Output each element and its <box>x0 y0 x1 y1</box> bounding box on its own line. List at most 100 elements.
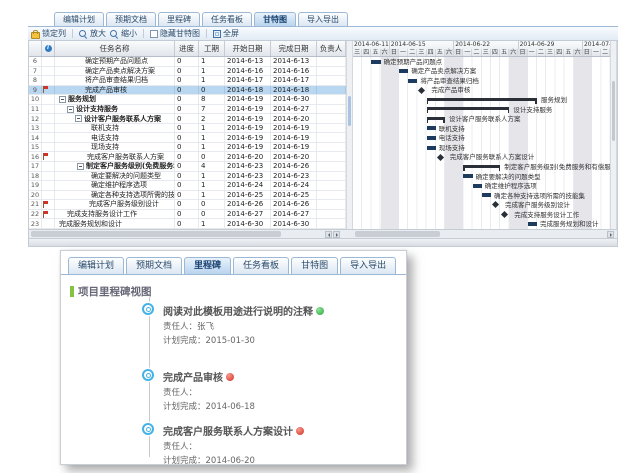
table-row[interactable]: 22完成支持服务设计工作002014-6-272014-6-27 <box>29 210 346 220</box>
finish-date-cell: 2014-6-19 <box>271 124 317 133</box>
start-date-cell: 2014-6-19 <box>225 95 271 104</box>
gantt-milestone-diamond[interactable] <box>418 87 425 94</box>
tab-5[interactable]: 甘特图 <box>254 12 296 26</box>
table-row[interactable]: 17制定客户服务级别(免费服务和有偿服务)042014-6-232014-6-2… <box>29 162 346 172</box>
gantt-milestone-diamond[interactable] <box>492 201 499 208</box>
gantt-bar[interactable] <box>473 184 482 188</box>
table-row[interactable]: 11设计支持服务072014-6-192014-6-27 <box>29 105 346 115</box>
tab-4[interactable]: 任务看板 <box>202 12 252 26</box>
owner-cell <box>317 200 346 209</box>
gantt-summary-bar[interactable] <box>463 165 500 168</box>
gantt-bar[interactable] <box>408 79 417 83</box>
zoom-out-button[interactable]: 缩小 <box>110 28 137 39</box>
finish-date-cell: 2014-6-27 <box>271 105 317 114</box>
gantt-bar-label: 将产品审查结果归档 <box>420 77 479 85</box>
fullscreen-button[interactable]: 全屏 <box>213 28 239 39</box>
table-row[interactable]: 16完成客户服务联系人方案002014-6-202014-6-20 <box>29 152 346 162</box>
task-name-text: 电话支持 <box>91 134 119 142</box>
gantt-bar[interactable] <box>427 136 436 140</box>
task-name-text: 完成客户服务联系人方案 <box>87 153 164 161</box>
table-row[interactable]: 8将产品审查结果归档012014-6-172014-6-17 <box>29 76 346 86</box>
column-header-1[interactable]: 任务名称 <box>55 41 175 56</box>
task-name-cell: 完成服务规划和设计 <box>55 219 175 228</box>
gantt-bar-label: 确定产品卖点解决方案 <box>411 67 476 75</box>
table-row[interactable]: 10服务规划082014-6-192014-6-30 <box>29 95 346 105</box>
row-number-cell: 17 <box>29 162 42 171</box>
gantt-summary-bar[interactable] <box>427 98 537 101</box>
gantt-bar[interactable] <box>427 126 436 130</box>
gantt-bar[interactable] <box>427 146 436 150</box>
gantt-vscroll-thumb[interactable] <box>612 81 615 141</box>
column-header-3[interactable]: 工期 <box>199 41 225 56</box>
table-row[interactable]: 20确定各种支持选项所需的技能集012014-6-252014-6-25 <box>29 191 346 201</box>
toolbar-separator <box>143 29 144 38</box>
tab-3[interactable]: 里程碑 <box>184 257 231 274</box>
tab-2[interactable]: 预期文档 <box>126 257 182 274</box>
table-row[interactable]: 21完成客户服务级别设计002014-6-262014-6-26 <box>29 200 346 210</box>
column-header-4[interactable]: 开始日期 <box>225 41 271 56</box>
gantt-milestone-diamond[interactable] <box>437 154 444 161</box>
owner-cell <box>317 105 346 114</box>
table-vscroll-thumb[interactable] <box>348 96 351 126</box>
start-date-cell: 2014-6-19 <box>225 143 271 152</box>
gantt-vertical-scrollbar[interactable] <box>610 41 617 229</box>
tab-5[interactable]: 甘特图 <box>291 257 338 274</box>
column-header-5[interactable]: 完成日期 <box>271 41 317 56</box>
gantt-milestone-diamond[interactable] <box>501 211 508 218</box>
table-row[interactable]: 15现场支持012014-6-192014-6-19 <box>29 143 346 153</box>
progress-cell: 0 <box>175 219 199 228</box>
tab-4[interactable]: 任务看板 <box>233 257 289 274</box>
gantt-bar-label: 制定客户服务级别(免费服务和有偿服务) <box>504 163 610 171</box>
gantt-bar[interactable] <box>528 222 537 226</box>
owner-cell <box>317 219 346 228</box>
start-date-cell: 2014-6-24 <box>225 181 271 190</box>
tab-1[interactable]: 编辑计划 <box>68 257 124 274</box>
gantt-summary-bar[interactable] <box>427 117 445 120</box>
collapse-icon[interactable] <box>59 96 66 103</box>
gantt-day-label: 四 <box>362 49 371 56</box>
table-row[interactable]: 23完成服务规划和设计012014-6-302014-6-30 <box>29 219 346 229</box>
gantt-bar-label: 完成产品审核 <box>431 86 470 94</box>
red-flag-icon <box>43 86 49 93</box>
tab-1[interactable]: 编辑计划 <box>54 12 104 26</box>
scroll-right-arrow[interactable] <box>333 231 340 238</box>
table-hscroll-thumb[interactable] <box>31 231 281 237</box>
gantt-day-label: 六 <box>381 49 390 56</box>
table-row[interactable]: 12设计客户服务联系人方案022014-6-192014-6-20 <box>29 114 346 124</box>
collapse-icon[interactable] <box>67 106 74 113</box>
tab-3[interactable]: 里程碑 <box>158 12 200 26</box>
collapse-icon[interactable] <box>77 163 84 170</box>
gantt-hscroll-thumb[interactable] <box>355 231 440 237</box>
lock-columns-button[interactable]: 锁定列 <box>31 28 66 39</box>
horizontal-scrollbar[interactable] <box>28 230 618 239</box>
gantt-summary-bar[interactable] <box>427 107 510 110</box>
column-header-6[interactable]: 负责人 <box>317 41 346 56</box>
tab-2[interactable]: 预期文档 <box>106 12 156 26</box>
table-vertical-scrollbar[interactable] <box>346 41 353 229</box>
hide-gantt-checkbox[interactable] <box>150 30 158 38</box>
tab-6[interactable]: 导入导出 <box>340 257 396 274</box>
table-row[interactable]: 7确定产品卖点解决方案012014-6-162014-6-16 <box>29 67 346 77</box>
gantt-bar[interactable] <box>371 60 380 64</box>
scroll-left-arrow[interactable] <box>325 231 332 238</box>
gantt-scroll-right-arrow[interactable] <box>607 231 614 238</box>
tab-6[interactable]: 导入导出 <box>298 12 348 26</box>
table-row[interactable]: 18确定要解决的问题类型012014-6-232014-6-23 <box>29 172 346 182</box>
hide-gantt-toggle[interactable]: 隐藏甘特图 <box>150 28 200 39</box>
table-row[interactable]: 9完成产品审核002014-6-182014-6-18 <box>29 86 346 96</box>
gantt-day-label: 四 <box>555 49 564 56</box>
milestone-owner: 责任人： <box>163 440 304 452</box>
collapse-icon[interactable] <box>75 115 82 122</box>
gantt-bar[interactable] <box>399 69 408 73</box>
gantt-day-label: 日 <box>518 49 527 56</box>
table-row[interactable]: 6确定预期产品问题点012014-6-132014-6-13 <box>29 57 346 67</box>
flag-cell <box>42 86 55 95</box>
gantt-bar[interactable] <box>482 193 491 197</box>
table-row[interactable]: 19确定维护程序选项012014-6-242014-6-24 <box>29 181 346 191</box>
gantt-bar[interactable] <box>463 174 472 178</box>
table-row[interactable]: 13联机支持012014-6-192014-6-19 <box>29 124 346 134</box>
zoom-in-button[interactable]: 放大 <box>79 28 106 39</box>
table-row[interactable]: 14电话支持012014-6-192014-6-19 <box>29 133 346 143</box>
milestone-name: 完成客户服务联系人方案设计 <box>163 423 304 438</box>
column-header-2[interactable]: 进度 <box>175 41 199 56</box>
